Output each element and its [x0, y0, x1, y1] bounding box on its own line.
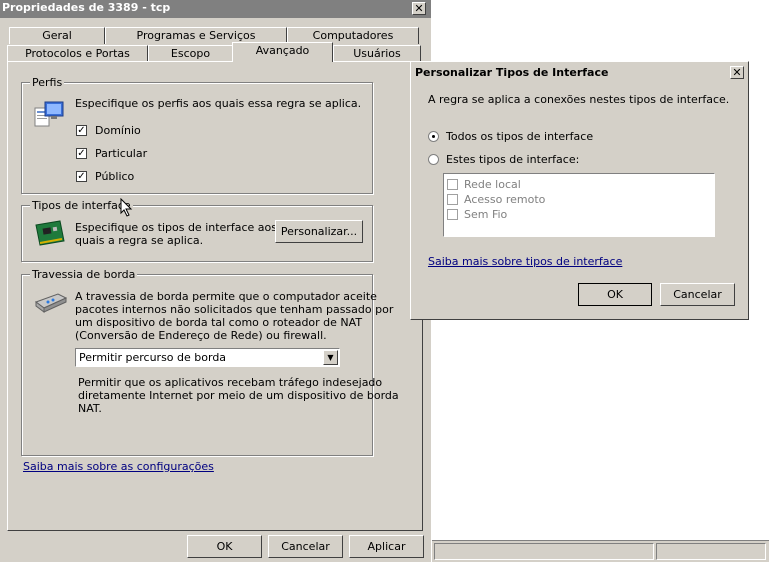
learn-more-interface-types-link[interactable]: Saiba mais sobre tipos de interface: [428, 255, 622, 268]
customize-cancel-button[interactable]: Cancelar: [660, 283, 735, 306]
radio-these-label: Estes tipos de interface:: [446, 153, 580, 166]
checkbox-checked-icon: ✓: [76, 148, 87, 159]
checkbox-unchecked-icon: [447, 194, 458, 205]
customize-ok-button[interactable]: OK: [578, 283, 652, 306]
checkbox-checked-icon: ✓: [76, 171, 87, 182]
tab-label: Avançado: [255, 44, 310, 57]
interface-types-description-line1: Especifique os tipos de interface aos: [75, 221, 277, 234]
edge-description-line: A travessia de borda permite que o compu…: [75, 290, 377, 303]
edge-traversal-group: Travessia de borda A travessia de borda …: [21, 268, 399, 456]
close-icon: ✕: [732, 66, 742, 79]
tab-panel-avancado: Perfis Especifique os perfis aos quais e…: [7, 61, 423, 531]
edge-description-line: pacotes internos não solicitados que ten…: [75, 303, 394, 316]
checkbox-unchecked-icon: [447, 209, 458, 220]
customize-close-button[interactable]: ✕: [730, 66, 744, 79]
checkbox-unchecked-icon: [447, 179, 458, 190]
radio-unselected-icon: [428, 154, 439, 165]
interface-option-label: Acesso remoto: [464, 193, 546, 206]
edge-help-line: diretamente Internet por meio de um disp…: [78, 389, 399, 402]
status-pane-2: [656, 543, 766, 560]
learn-more-settings-link[interactable]: Saiba mais sobre as configurações: [23, 460, 214, 473]
interface-types-description-line2: quais a regra se aplica.: [75, 234, 204, 247]
tab-escopo[interactable]: Escopo: [148, 45, 233, 62]
customize-titlebar[interactable]: Personalizar Tipos de Interface ✕: [413, 64, 746, 81]
edge-description-line: um dispositivo de borda tal como o rotea…: [75, 316, 363, 329]
network-card-icon: [34, 219, 66, 252]
status-pane-1: [434, 543, 654, 560]
customize-button-label: Personalizar...: [280, 225, 358, 238]
radio-selected-icon: [428, 131, 439, 142]
customize-description: A regra se aplica a conexões nestes tipo…: [428, 93, 730, 106]
properties-titlebar[interactable]: Propriedades de 3389 - tcp ✕: [0, 0, 431, 18]
edge-traversal-legend: Travessia de borda: [30, 268, 138, 281]
customize-button[interactable]: Personalizar...: [275, 220, 363, 243]
tab-label: Protocolos e Portas: [25, 47, 130, 60]
profiles-group: Perfis Especifique os perfis aos quais e…: [21, 76, 373, 194]
interface-option-label: Rede local: [464, 178, 521, 191]
tab-protocolos-portas[interactable]: Protocolos e Portas: [7, 45, 148, 62]
tab-avancado[interactable]: Avançado: [232, 42, 333, 62]
customize-cancel-label: Cancelar: [673, 288, 722, 301]
edge-description-line: (Conversão de Endereço de Rede) ou firew…: [75, 329, 327, 342]
profiles-icon: [33, 100, 65, 135]
customize-interface-dialog: Personalizar Tipos de Interface ✕ A regr…: [410, 61, 749, 320]
close-icon: ✕: [414, 2, 424, 15]
ok-button-label: OK: [216, 540, 233, 553]
edge-device-icon: [34, 290, 68, 317]
cancel-button-label: Cancelar: [281, 540, 330, 553]
radio-all-label: Todos os tipos de interface: [446, 130, 594, 143]
customize-title: Personalizar Tipos de Interface: [415, 66, 609, 79]
chevron-down-icon[interactable]: ▼: [323, 350, 338, 365]
tab-label: Programas e Serviços: [136, 29, 256, 42]
tab-label: Usuários: [353, 47, 401, 60]
profiles-description: Especifique os perfis aos quais essa reg…: [75, 97, 362, 110]
checkbox-checked-icon: ✓: [76, 125, 87, 136]
profile-label: Público: [95, 170, 135, 183]
mouse-cursor-icon: [120, 197, 134, 221]
apply-button[interactable]: Aplicar: [349, 535, 424, 558]
edge-help-line: NAT.: [78, 402, 102, 415]
profile-label: Particular: [95, 147, 148, 160]
interface-types-group: Tipos de interface Especifique os tipos …: [21, 199, 373, 262]
close-button[interactable]: ✕: [412, 2, 426, 15]
interface-types-list: Rede local Acesso remoto Sem Fio: [443, 173, 715, 237]
profile-label: Domínio: [95, 124, 141, 137]
tab-label: Geral: [42, 29, 72, 42]
profiles-legend: Perfis: [30, 76, 65, 89]
apply-button-label: Aplicar: [367, 540, 406, 553]
tab-label: Computadores: [312, 29, 394, 42]
customize-ok-label: OK: [607, 288, 623, 301]
cancel-button[interactable]: Cancelar: [268, 535, 343, 558]
edge-help-line: Permitir que os aplicativos recebam tráf…: [78, 376, 383, 389]
edge-traversal-selected-value: Permitir percurso de borda: [79, 351, 227, 364]
tab-label: Escopo: [170, 47, 211, 60]
properties-title: Propriedades de 3389 - tcp: [2, 1, 171, 14]
ok-button[interactable]: OK: [187, 535, 262, 558]
edge-traversal-select[interactable]: Permitir percurso de borda ▼: [75, 348, 340, 367]
interface-types-legend: Tipos de interface: [30, 199, 133, 212]
tab-geral[interactable]: Geral: [9, 27, 105, 44]
properties-dialog: Propriedades de 3389 - tcp ✕ Geral Progr…: [0, 0, 431, 562]
interface-option-label: Sem Fio: [464, 208, 508, 221]
tab-usuarios[interactable]: Usuários: [333, 45, 421, 62]
background-status-bar: [432, 540, 769, 562]
